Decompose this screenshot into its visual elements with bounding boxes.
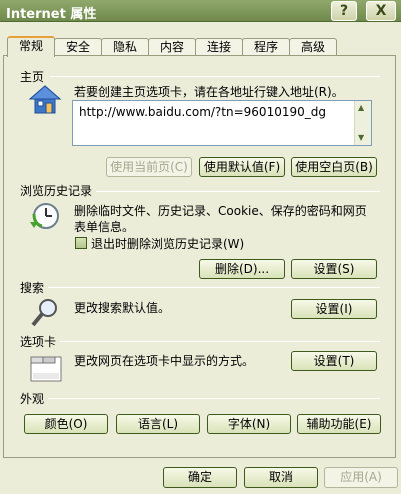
history-description: 删除临时文件、历史记录、Cookie、保存的密码和网页表单信息。 <box>74 204 367 234</box>
tab-general[interactable]: 常规 <box>7 36 55 57</box>
ok-button[interactable]: 确定 <box>163 467 237 488</box>
internet-options-window: Internet 属性 ? X 常规 安全 隐私 内容 连接 程序 高级 主页 … <box>0 0 401 494</box>
tabbed-window-icon <box>30 356 62 382</box>
tab-programs[interactable]: 程序 <box>242 38 290 56</box>
use-current-button[interactable]: 使用当前页(C) <box>106 157 192 177</box>
use-default-button[interactable]: 使用默认值(F) <box>199 157 285 177</box>
close-button[interactable]: X <box>366 1 396 21</box>
delete-history-on-exit-checkbox[interactable] <box>75 237 87 249</box>
homepage-divider <box>50 76 380 77</box>
accessibility-button[interactable]: 辅助功能(E) <box>297 414 381 434</box>
homepage-group-label: 主页 <box>20 68 49 85</box>
tabs-divider <box>20 341 380 342</box>
use-blank-button[interactable]: 使用空白页(B) <box>291 157 377 177</box>
search-magnifier-icon <box>31 299 57 327</box>
delete-history-button[interactable]: 删除(D)... <box>199 259 285 279</box>
homepage-description: 若要创建主页选项卡，请在各地址行键入地址(R)。 <box>74 85 344 99</box>
url-field-scrollbar[interactable]: ▲ ▼ <box>354 101 371 145</box>
history-clock-icon <box>30 203 59 229</box>
window-title: Internet 属性 <box>6 7 97 22</box>
history-settings-button[interactable]: 设置(S) <box>291 259 377 279</box>
tabs-description: 更改网页在选项卡中显示的方式。 <box>74 354 255 368</box>
languages-button[interactable]: 语言(L) <box>116 414 200 434</box>
home-icon <box>28 85 62 114</box>
tab-connections[interactable]: 连接 <box>195 38 243 56</box>
help-button[interactable]: ? <box>331 1 357 21</box>
search-group-label: 搜索 <box>20 279 49 296</box>
appearance-group-label: 外观 <box>20 390 49 407</box>
fonts-button[interactable]: 字体(N) <box>207 414 291 434</box>
cancel-button[interactable]: 取消 <box>244 467 318 488</box>
search-divider <box>20 287 380 288</box>
search-settings-button[interactable]: 设置(I) <box>291 299 377 319</box>
history-group-label: 浏览历史记录 <box>20 182 97 199</box>
apply-button[interactable]: 应用(A) <box>324 467 398 488</box>
search-description: 更改搜索默认值。 <box>74 301 171 315</box>
delete-history-on-exit-label[interactable]: 退出时删除浏览历史记录(W) <box>91 235 244 252</box>
tab-advanced[interactable]: 高级 <box>289 38 337 56</box>
tab-privacy[interactable]: 隐私 <box>101 38 149 56</box>
colors-button[interactable]: 颜色(O) <box>24 414 108 434</box>
tab-content[interactable]: 内容 <box>148 38 196 56</box>
title-bar[interactable]: Internet 属性 ? X <box>0 0 401 22</box>
scroll-up-arrow-icon[interactable]: ▲ <box>358 103 364 112</box>
tabs-settings-button[interactable]: 设置(T) <box>291 351 377 371</box>
homepage-url-field[interactable]: http://www.baidu.com/?tn=96010190_dg ▲ ▼ <box>72 100 372 146</box>
scroll-down-arrow-icon[interactable]: ▼ <box>358 133 364 142</box>
tabs-group-label: 选项卡 <box>20 333 61 350</box>
homepage-url-text: http://www.baidu.com/?tn=96010190_dg <box>79 105 326 119</box>
appearance-divider <box>20 398 380 399</box>
tab-security[interactable]: 安全 <box>54 38 102 56</box>
